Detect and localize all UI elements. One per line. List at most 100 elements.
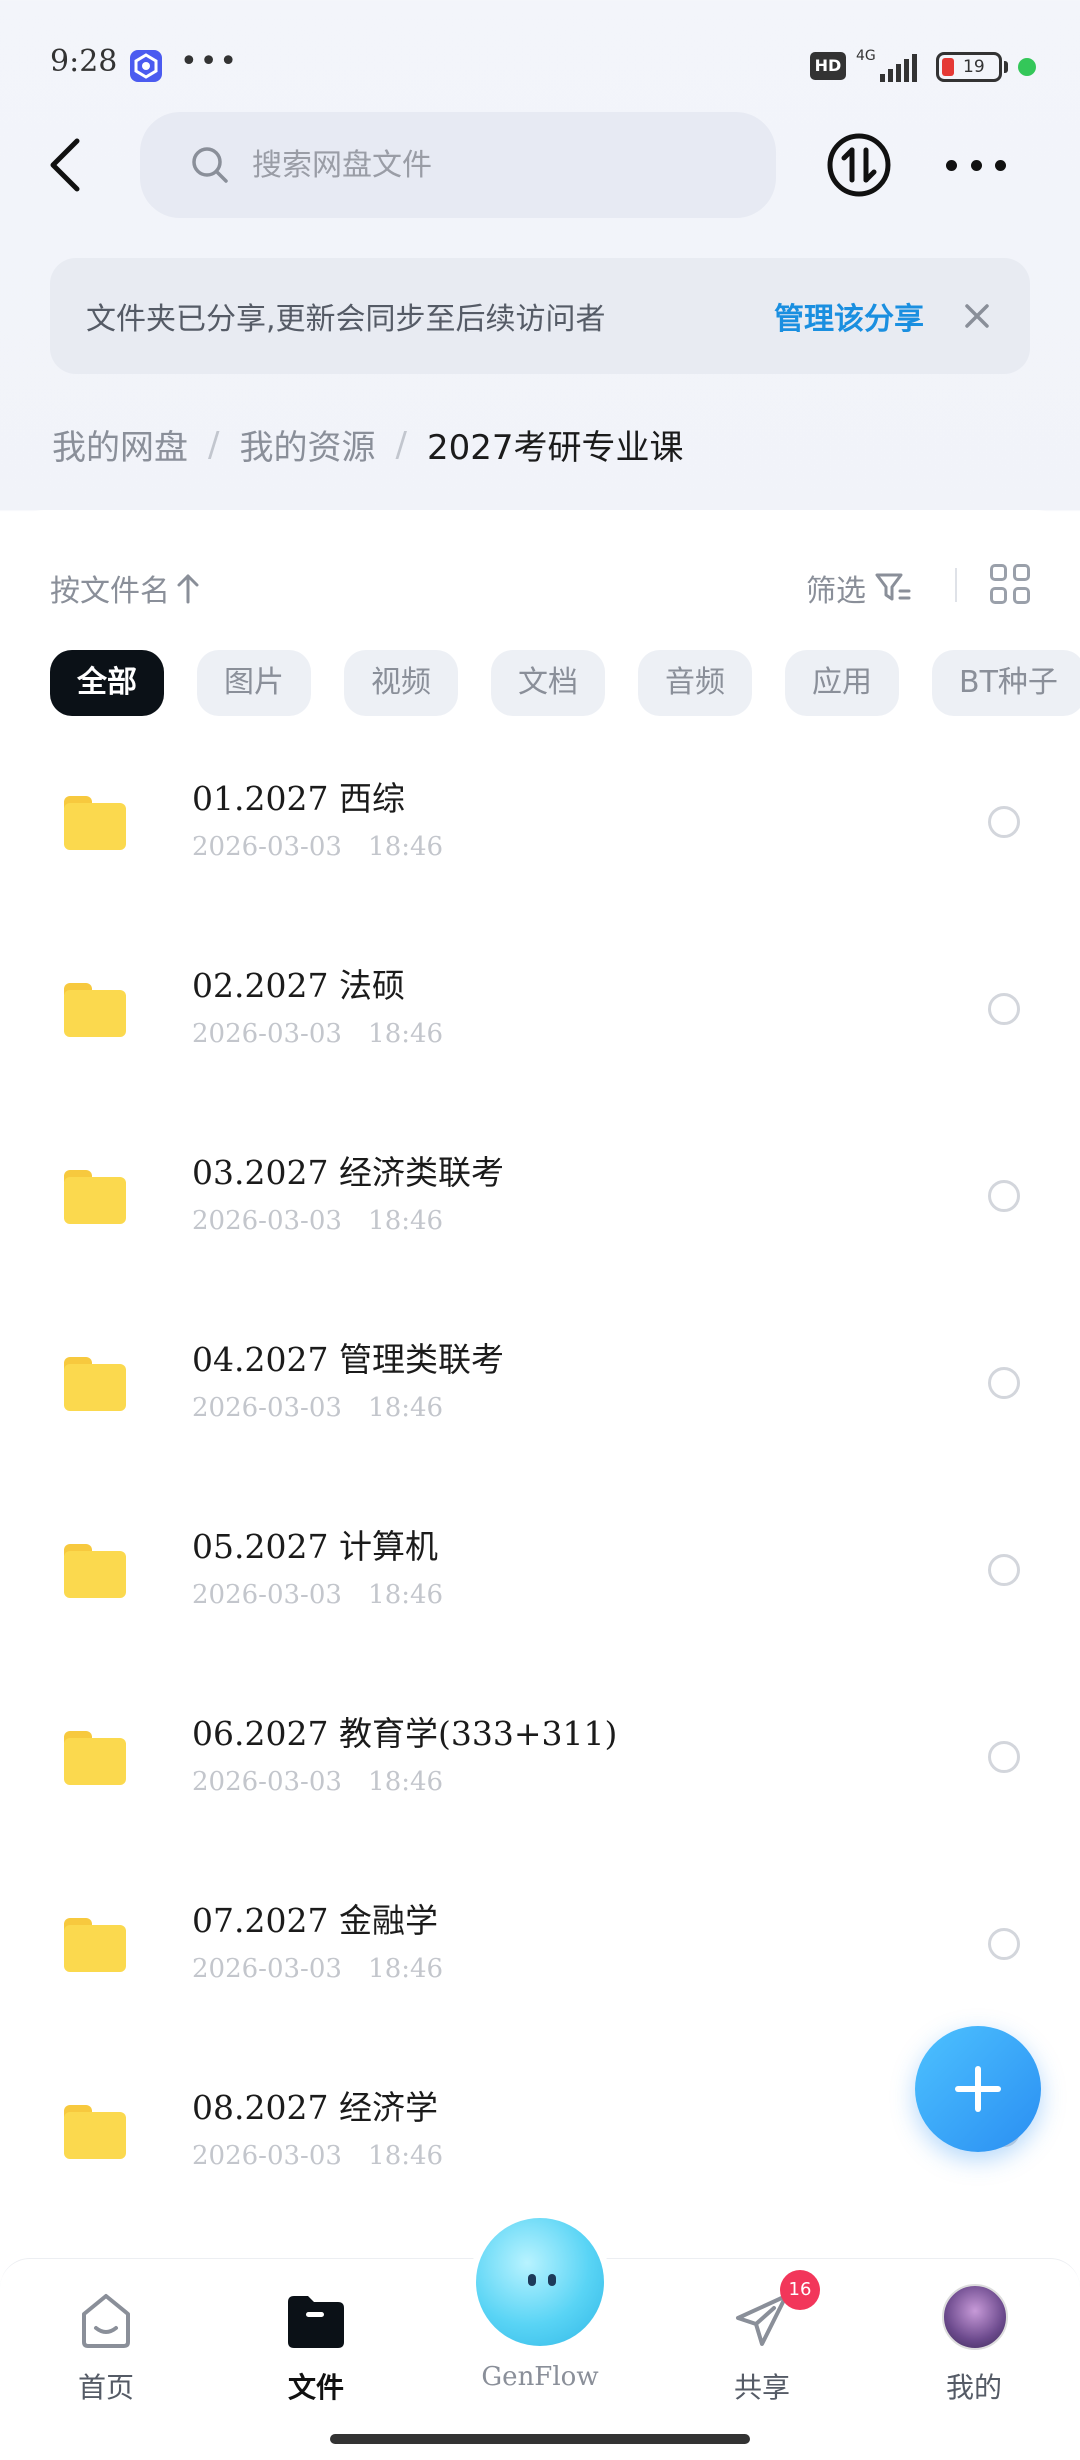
folder-icon <box>64 1544 126 1598</box>
file-date: 2026-03-03 18:46 <box>192 2141 444 2171</box>
transfer-icon <box>827 133 891 197</box>
transfer-button[interactable] <box>826 132 892 198</box>
file-name: 02.2027 法硕 <box>192 966 405 1005</box>
file-date: 2026-03-03 18:46 <box>192 1019 444 1049</box>
grid-cell <box>990 564 1007 581</box>
close-icon[interactable] <box>960 299 994 333</box>
sort-button[interactable]: 按文件名 <box>50 566 200 610</box>
breadcrumb-separator: / <box>395 424 407 465</box>
manage-share-link[interactable]: 管理该分享 <box>774 294 924 338</box>
add-button[interactable] <box>915 2026 1041 2152</box>
chip-bt[interactable]: BT种子 <box>932 650 1080 716</box>
search-icon <box>192 147 228 183</box>
file-row[interactable]: 01.2027 西综 2026-03-03 18:46 <box>0 740 1080 927</box>
nav-files-label: 文件 <box>287 2371 344 2404</box>
arrow-up-icon <box>177 574 199 604</box>
breadcrumb-current: 2027考研专业课 <box>426 428 684 468</box>
genflow-button[interactable] <box>476 2218 604 2346</box>
breadcrumb-my-resources[interactable]: 我的资源 <box>239 420 375 469</box>
nav-me[interactable]: 我的 <box>904 2356 1044 2406</box>
breadcrumb-my-drive[interactable]: 我的网盘 <box>52 420 188 469</box>
status-indicator-dot <box>1018 58 1036 76</box>
nav-share-label: 共享 <box>733 2371 790 2404</box>
battery-tip <box>1004 61 1008 73</box>
filter-label: 筛选 <box>806 574 866 609</box>
file-date: 2026-03-03 18:46 <box>192 1954 444 1984</box>
search-input[interactable] <box>252 147 692 183</box>
back-button[interactable] <box>40 130 90 200</box>
notice-text: 文件夹已分享,更新会同步至后续访问者 <box>86 302 606 337</box>
signal-icon <box>880 50 917 82</box>
file-date: 2026-03-03 18:46 <box>192 1393 444 1423</box>
select-checkbox[interactable] <box>988 993 1020 1025</box>
status-time: 9:28 <box>50 44 118 79</box>
nav-genflow-label[interactable]: GenFlow <box>440 2362 640 2392</box>
grid-cell <box>990 587 1007 604</box>
file-row[interactable]: 03.2027 经济类联考 2026-03-03 18:46 <box>0 1114 1080 1301</box>
dot-icon <box>946 159 957 171</box>
share-badge: 16 <box>780 2270 820 2310</box>
file-row[interactable]: 04.2027 管理类联考 2026-03-03 18:46 <box>0 1301 1080 1488</box>
nav-me-label: 我的 <box>945 2371 1002 2404</box>
select-checkbox[interactable] <box>988 1741 1020 1773</box>
chip-images[interactable]: 图片 <box>197 650 311 716</box>
avatar[interactable] <box>942 2284 1008 2350</box>
file-date: 2026-03-03 18:46 <box>192 1580 444 1610</box>
chip-apps[interactable]: 应用 <box>785 650 899 716</box>
grid-view-button[interactable] <box>990 564 1030 604</box>
select-checkbox[interactable] <box>988 1928 1020 1960</box>
home-indicator <box>330 2434 750 2444</box>
battery-icon: 19 <box>936 52 1002 82</box>
grid-cell <box>1013 564 1030 581</box>
folder-icon <box>64 983 126 1037</box>
file-date: 2026-03-03 18:46 <box>192 832 444 862</box>
folder-icon <box>64 1731 126 1785</box>
file-name: 01.2027 西综 <box>192 779 405 818</box>
home-icon <box>82 2294 130 2348</box>
more-options-button[interactable] <box>946 140 1006 190</box>
folder-icon <box>64 2105 126 2159</box>
select-checkbox[interactable] <box>988 1367 1020 1399</box>
nav-home[interactable]: 首页 <box>36 2288 176 2406</box>
select-checkbox[interactable] <box>988 1180 1020 1212</box>
file-row[interactable]: 05.2027 计算机 2026-03-03 18:46 <box>0 1488 1080 1675</box>
chip-audio[interactable]: 音频 <box>638 650 752 716</box>
app-notification-icon <box>130 50 162 82</box>
chip-videos[interactable]: 视频 <box>344 650 458 716</box>
genflow-eye <box>548 2274 556 2286</box>
network-type: 4G <box>856 48 876 64</box>
plus-icon <box>955 2066 1001 2112</box>
breadcrumb: 我的网盘 / 我的资源 / 2027考研专业课 <box>52 420 683 469</box>
file-row[interactable]: 06.2027 教育学(333+311) 2026-03-03 18:46 <box>0 1675 1080 1862</box>
nav-files[interactable]: 文件 <box>246 2288 386 2406</box>
file-name: 08.2027 经济学 <box>192 2088 438 2127</box>
dot-icon <box>995 159 1006 171</box>
file-name: 03.2027 经济类联考 <box>192 1153 504 1192</box>
filter-icon <box>875 573 911 601</box>
category-chips: 全部 图片 视频 文档 音频 应用 BT种子 <box>50 650 1080 716</box>
select-checkbox[interactable] <box>988 1554 1020 1586</box>
chip-documents[interactable]: 文档 <box>491 650 605 716</box>
file-row[interactable]: 07.2027 金融学 2026-03-03 18:46 <box>0 1862 1080 2049</box>
grid-cell <box>1013 587 1030 604</box>
genflow-eye <box>528 2274 536 2286</box>
select-checkbox[interactable] <box>988 806 1020 838</box>
battery-level: 19 <box>963 57 985 77</box>
folder-icon <box>64 1170 126 1224</box>
hd-icon: HD <box>810 52 846 80</box>
status-more-dots: ••• <box>180 44 240 79</box>
filter-button[interactable]: 筛选 <box>806 566 912 610</box>
nav-home-label: 首页 <box>77 2371 134 2404</box>
folder-icon <box>64 796 126 850</box>
chevron-left-icon <box>50 138 80 192</box>
chip-all[interactable]: 全部 <box>50 650 164 716</box>
share-notice-banner: 文件夹已分享,更新会同步至后续访问者 管理该分享 <box>50 258 1030 374</box>
file-date: 2026-03-03 18:46 <box>192 1767 444 1797</box>
folder-filled-icon <box>288 2296 344 2348</box>
folder-icon <box>64 1918 126 1972</box>
file-row[interactable]: 02.2027 法硕 2026-03-03 18:46 <box>0 927 1080 1114</box>
file-name: 05.2027 计算机 <box>192 1527 438 1566</box>
sort-label: 按文件名 <box>50 574 170 609</box>
search-bar[interactable] <box>140 112 776 218</box>
file-name: 06.2027 教育学(333+311) <box>192 1714 618 1753</box>
